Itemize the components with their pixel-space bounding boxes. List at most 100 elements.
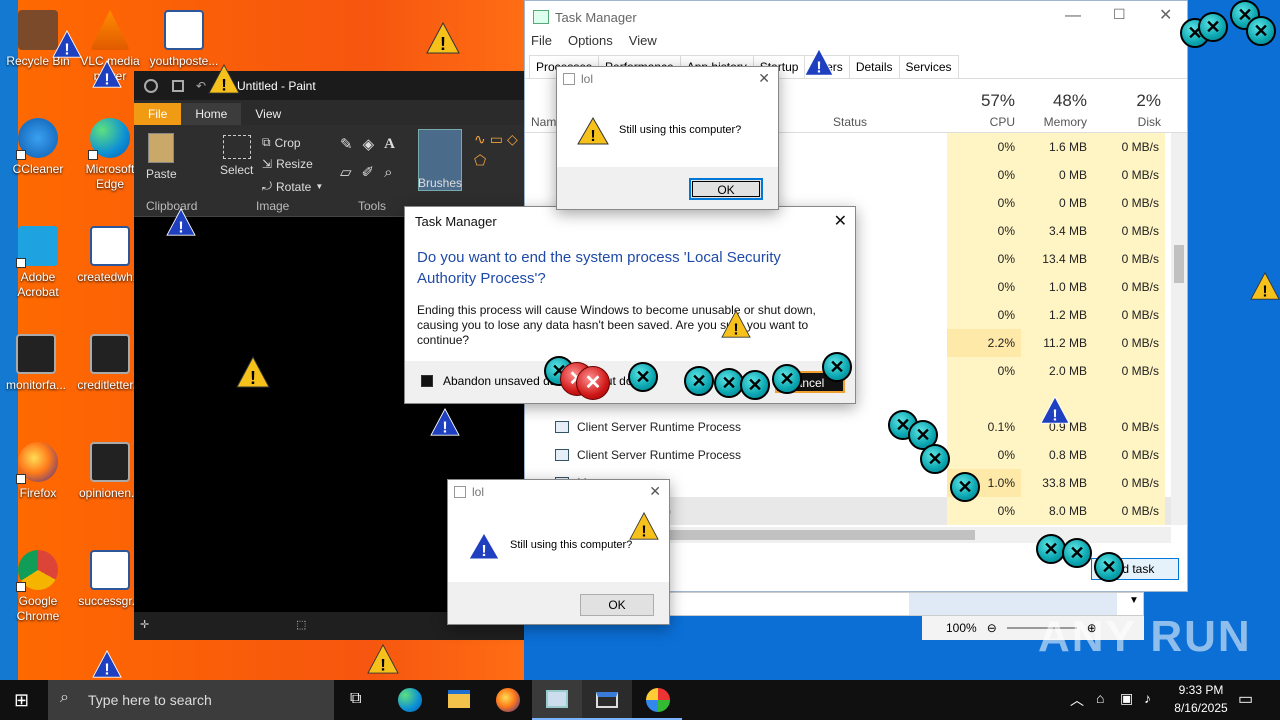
close-icon[interactable]: ✕ bbox=[649, 483, 661, 500]
svg-text:!: ! bbox=[733, 322, 738, 339]
undo-icon[interactable]: ↶ bbox=[196, 79, 206, 93]
rotate-label: Rotate bbox=[276, 179, 312, 194]
desktop-icon-monitorfa[interactable]: monitorfa... bbox=[0, 334, 72, 393]
zoom-out-icon[interactable]: ⊖ bbox=[987, 621, 997, 635]
desktop-icon-label: creditletter... bbox=[77, 378, 143, 392]
brushes-button[interactable]: Brushes bbox=[418, 129, 462, 191]
lol-dialog[interactable]: lol ✕ ! Still using this computer? OK bbox=[447, 479, 670, 625]
paint-taskbar-icon bbox=[646, 688, 670, 712]
svg-text:!: ! bbox=[250, 368, 256, 388]
image-file-icon bbox=[90, 442, 130, 482]
tab-file[interactable]: File bbox=[134, 103, 182, 125]
dialog-titlebar[interactable]: Task Manager ✕ bbox=[405, 207, 855, 235]
desktop-icon-chrome[interactable]: Google Chrome bbox=[2, 550, 74, 624]
dialog-body: Ending this process will cause Windows t… bbox=[417, 303, 816, 347]
menu-file[interactable]: File bbox=[531, 33, 552, 53]
crop-button[interactable]: ⧉ Crop bbox=[262, 135, 301, 150]
lol-dialog[interactable]: lol ✕ ! Still using this computer? OK bbox=[556, 66, 779, 210]
taskbar-paint[interactable] bbox=[632, 680, 682, 720]
select-button[interactable]: Select bbox=[220, 135, 253, 177]
ok-button[interactable]: OK bbox=[689, 178, 763, 200]
column-memory[interactable]: Memory bbox=[1021, 115, 1087, 129]
maximize-icon[interactable]: ☐ bbox=[1113, 6, 1126, 23]
desktop-icon-acrobat[interactable]: Adobe Acrobat bbox=[2, 226, 74, 300]
save-icon[interactable] bbox=[172, 79, 184, 92]
table-row[interactable]: Client Server Runtime Process 0.1% 0.9 MB 0… bbox=[525, 413, 1171, 441]
paint-titlebar[interactable]: ↶ ▼ Untitled - Paint bbox=[134, 71, 524, 100]
tab-details[interactable]: Details bbox=[848, 55, 900, 78]
acrobat-icon bbox=[16, 226, 58, 268]
pencil-icon[interactable]: ✎ bbox=[340, 135, 353, 153]
process-disk: 0 MB/s bbox=[1093, 217, 1165, 245]
rotate-button[interactable]: ⤾ Rotate ▼ bbox=[262, 179, 323, 194]
menu-options[interactable]: Options bbox=[568, 33, 613, 53]
image-group-label: Image bbox=[256, 199, 290, 213]
column-cpu[interactable]: CPU bbox=[947, 115, 1015, 129]
text-tool-icon[interactable]: A bbox=[384, 136, 395, 153]
tab-services[interactable]: Services bbox=[898, 55, 959, 78]
svg-text:!: ! bbox=[1262, 284, 1267, 301]
network-icon[interactable]: ⌂ bbox=[1096, 690, 1104, 706]
lol-dialog-titlebar[interactable]: lol ✕ bbox=[557, 67, 778, 91]
svg-text:!: ! bbox=[380, 655, 386, 674]
color-picker-icon[interactable]: ✐ bbox=[362, 163, 375, 181]
taskbar-dialog[interactable] bbox=[582, 680, 632, 720]
desktop-icon-firefox[interactable]: Firefox bbox=[2, 442, 74, 501]
diamond-shape-icon: ◇ bbox=[506, 131, 518, 147]
close-icon[interactable]: ✕ bbox=[834, 211, 847, 231]
process-disk: 0 MB/s bbox=[1093, 301, 1165, 329]
firefox-taskbar-icon[interactable] bbox=[496, 688, 520, 712]
process-name: Client Server Runtime Process bbox=[555, 441, 741, 469]
start-windows-icon[interactable]: ⊞ bbox=[14, 690, 29, 711]
window-taskbar-icon bbox=[596, 692, 618, 708]
wifi-icon[interactable]: ▣ bbox=[1120, 690, 1133, 707]
chevron-down-icon[interactable]: ▼ bbox=[1129, 595, 1139, 606]
clock-date[interactable]: 8/16/2025 bbox=[1166, 701, 1236, 715]
warning-icon: ! bbox=[236, 356, 270, 388]
process-cpu: 0% bbox=[947, 161, 1021, 189]
process-disk: 0 MB/s bbox=[1093, 329, 1165, 357]
notifications-icon[interactable]: ▭ bbox=[1238, 689, 1253, 709]
scrollbar-thumb[interactable] bbox=[1174, 245, 1184, 283]
process-icon bbox=[555, 449, 569, 461]
process-mem: 2.0 MB bbox=[1021, 357, 1093, 385]
clock-time[interactable]: 9:33 PM bbox=[1168, 683, 1234, 697]
close-icon[interactable]: ✕ bbox=[758, 70, 770, 87]
shapes-gallery[interactable]: ∿ ▭ ◇ ⬠ bbox=[474, 131, 524, 169]
menu-view[interactable]: View bbox=[629, 33, 657, 53]
table-row[interactable]: Client Server Runtime Process 0% 0.8 MB 0 M… bbox=[525, 441, 1171, 469]
process-disk: 0 MB/s bbox=[1093, 189, 1165, 217]
abandon-checkbox[interactable] bbox=[421, 375, 433, 387]
minimize-icon[interactable]: — bbox=[1065, 7, 1081, 25]
eraser-icon[interactable]: ▱ bbox=[340, 163, 352, 181]
warning-icon: ! bbox=[1250, 272, 1280, 300]
rectangle-shape-icon: ▭ bbox=[489, 131, 503, 147]
svg-text:!: ! bbox=[104, 72, 109, 89]
taskbar-task-manager[interactable] bbox=[532, 680, 582, 720]
magnifier-icon[interactable]: ⌕ bbox=[384, 164, 392, 181]
file-explorer-icon[interactable] bbox=[448, 690, 470, 708]
column-status[interactable]: Status bbox=[833, 115, 867, 129]
paste-button[interactable]: Paste bbox=[146, 133, 177, 181]
desktop-icon-ccleaner[interactable]: CCleaner bbox=[2, 118, 74, 177]
column-disk[interactable]: Disk bbox=[1093, 115, 1161, 129]
fill-icon[interactable]: ◈ bbox=[363, 135, 375, 153]
tab-home[interactable]: Home bbox=[181, 103, 242, 125]
search-input[interactable]: ⌕ Type here to search bbox=[48, 680, 334, 720]
process-disk bbox=[1093, 385, 1165, 413]
ok-button[interactable]: OK bbox=[580, 594, 654, 616]
chevron-up-icon[interactable]: ︿ bbox=[1070, 690, 1084, 710]
edge-taskbar-icon[interactable] bbox=[398, 688, 422, 712]
tab-view[interactable]: View bbox=[241, 103, 295, 125]
task-manager-titlebar[interactable]: Task Manager — ☐ ✕ bbox=[525, 1, 1187, 33]
volume-icon[interactable]: ♪ bbox=[1144, 690, 1151, 706]
vertical-scrollbar[interactable] bbox=[1171, 133, 1187, 525]
task-view-icon[interactable]: ⧉ bbox=[350, 690, 361, 708]
process-name: Client Server Runtime Process bbox=[555, 413, 741, 441]
lol-dialog-titlebar[interactable]: lol ✕ bbox=[448, 480, 669, 504]
resize-button[interactable]: ⇲ Resize bbox=[262, 157, 313, 171]
chrome-icon bbox=[16, 550, 58, 592]
process-cpu bbox=[947, 385, 1021, 413]
close-icon[interactable]: ✕ bbox=[1159, 5, 1172, 25]
process-mem: 0 MB bbox=[1021, 161, 1093, 189]
